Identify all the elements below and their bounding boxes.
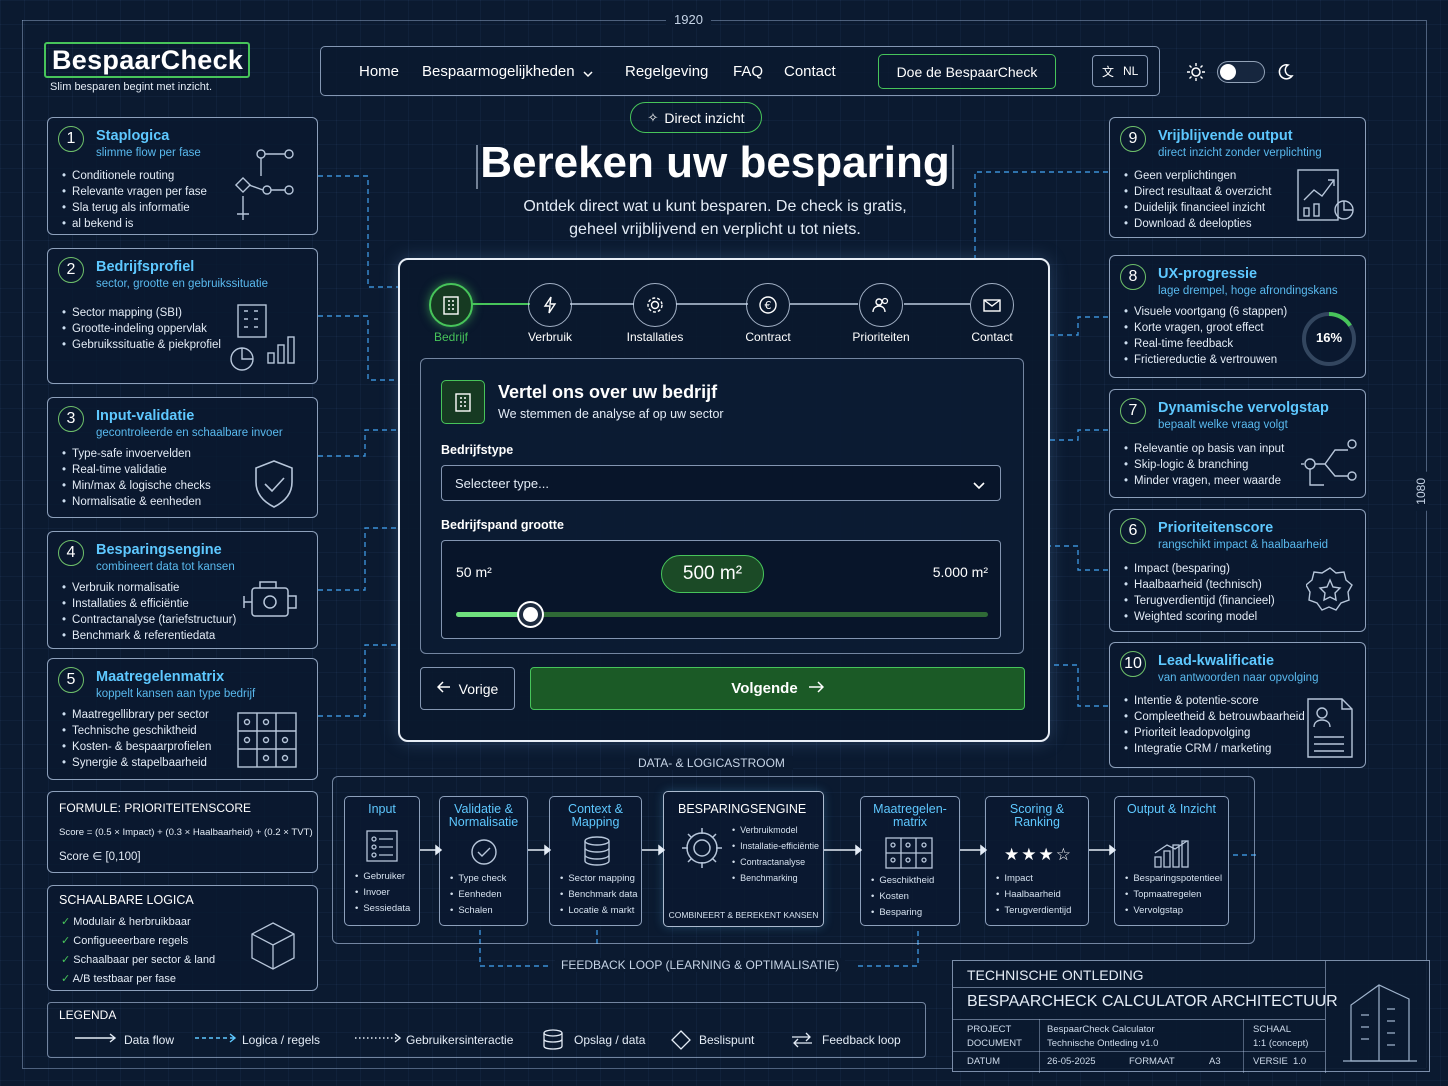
diamond-icon: [671, 1030, 691, 1050]
divider: [1243, 1019, 1244, 1073]
tb-label: VERSIE: [1253, 1056, 1288, 1067]
loop-arrows-icon: [792, 1032, 812, 1048]
tb-value: 1:1 (concept): [1253, 1038, 1309, 1049]
solid-arrow-icon: [75, 1033, 117, 1043]
divider: [953, 1051, 1325, 1052]
tb-value: 26-05-2025: [1047, 1056, 1096, 1067]
tb-value: Technische Ontleding v1.0: [1047, 1038, 1159, 1049]
dashed-arrow-icon: [195, 1033, 237, 1043]
legend-item: Data flow: [124, 1033, 175, 1047]
tb-label: DOCUMENT: [967, 1038, 1022, 1049]
divider: [953, 987, 1325, 988]
database-icon: [543, 1029, 563, 1050]
dotted-arrow-icon: [355, 1033, 402, 1043]
building-sketch-icon: [1343, 984, 1417, 1062]
tb-value: BespaarCheck Calculator: [1047, 1024, 1155, 1035]
legend: LEGENDA Data flow Logica / regels Gebrui…: [47, 1002, 926, 1058]
legend-item: Logica / regels: [242, 1033, 321, 1047]
title-block-title: BESPAARCHECK CALCULATOR ARCHITECTUUR: [967, 993, 1338, 1010]
divider: [1039, 1019, 1040, 1073]
tb-label: PROJECT: [967, 1024, 1012, 1035]
legend-item: Gebruikersinteractie: [406, 1033, 514, 1047]
tb-label: FORMAAT: [1129, 1056, 1175, 1067]
tb-label: DATUM: [967, 1056, 1001, 1067]
feedback-loop-label: FEEDBACK LOOP (LEARNING & OPTIMALISATIE): [555, 958, 846, 972]
divider: [953, 1019, 1325, 1020]
legend-title: LEGENDA: [59, 1008, 117, 1022]
pipeline-arrows: [420, 844, 1117, 856]
tb-value: 1.0: [1293, 1056, 1307, 1067]
divider: [1325, 961, 1326, 1073]
tb-label: SCHAAL: [1253, 1024, 1292, 1035]
legend-item: Feedback loop: [822, 1033, 901, 1047]
legend-item: Opslag / data: [574, 1033, 646, 1047]
legend-item: Beslispunt: [699, 1033, 755, 1047]
title-block-heading: TECHNISCHE ONTLEDING: [967, 967, 1144, 983]
tb-value: A3: [1209, 1056, 1221, 1067]
title-block: TECHNISCHE ONTLEDING BESPAARCHECK CALCUL…: [952, 960, 1430, 1073]
